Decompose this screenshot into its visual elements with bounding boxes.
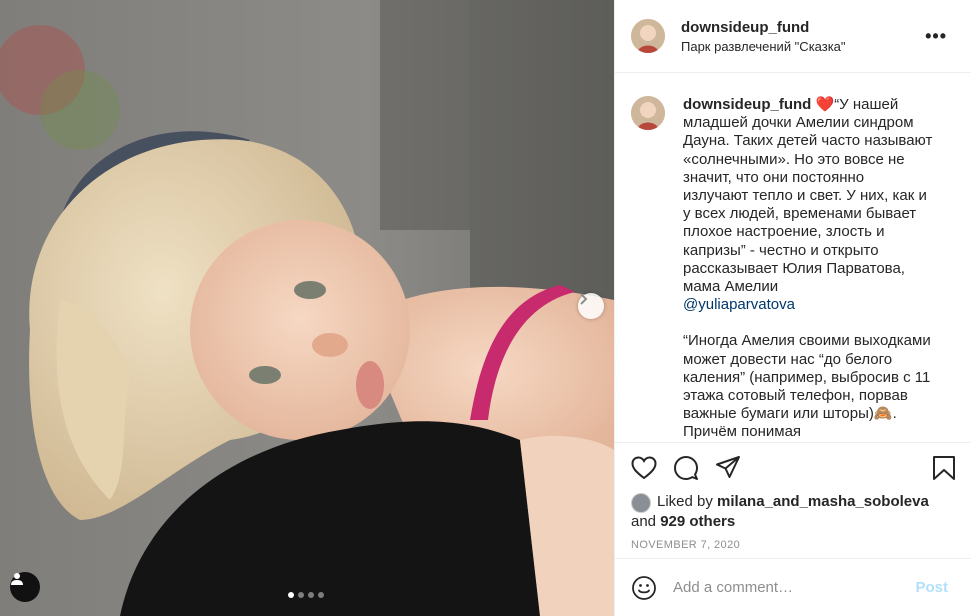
caption-body: “У нашей младшей дочки Амелии синдром Да…	[683, 96, 933, 296]
carousel-dot	[298, 592, 304, 598]
tagged-users-button[interactable]	[10, 572, 40, 602]
caption-body-continued: “Иногда Амелия своими выходками может до…	[683, 332, 931, 441]
bookmark-icon	[933, 456, 955, 480]
liker-username[interactable]: milana_and_masha_soboleva	[717, 493, 929, 510]
avatar-image	[631, 96, 665, 130]
user-icon	[11, 573, 23, 585]
avatar[interactable]	[631, 19, 665, 53]
caption: downsideup_fund ❤️“У нашей младшей дочки…	[631, 96, 956, 442]
heart-emoji: ❤️	[815, 96, 835, 113]
carousel-dot	[308, 592, 314, 598]
heart-icon	[631, 456, 657, 480]
emoji-button[interactable]	[631, 575, 657, 601]
like-button[interactable]	[631, 456, 657, 480]
post-comment-button[interactable]: Post	[915, 579, 948, 596]
post-actions: Liked by milana_and_masha_soboleva and 9…	[615, 442, 971, 551]
likes-summary: Liked by milana_and_masha_soboleva	[631, 493, 956, 513]
photo-illustration	[0, 0, 614, 616]
post-date[interactable]: NOVEMBER 7, 2020	[631, 539, 956, 551]
likes-others-row: and 929 others	[631, 513, 956, 531]
post-side-panel: downsideup_fund Парк развлечений "Сказка…	[614, 0, 971, 616]
caption-text: downsideup_fund ❤️“У нашей младшей дочки…	[683, 96, 933, 442]
comment-composer: Post	[615, 558, 971, 616]
avatar[interactable]	[631, 96, 665, 130]
chevron-right-icon	[580, 293, 588, 305]
more-options-icon[interactable]: •••	[925, 26, 947, 47]
liked-by-prefix: Liked by	[657, 493, 713, 510]
post-photo[interactable]	[0, 0, 614, 616]
share-button[interactable]	[715, 455, 741, 481]
post-author-username[interactable]: downsideup_fund	[681, 19, 846, 36]
smiley-icon	[632, 575, 656, 600]
caption-scroll-area[interactable]: downsideup_fund ❤️“У нашей младшей дочки…	[615, 74, 971, 442]
post-header: downsideup_fund Парк развлечений "Сказка…	[615, 0, 971, 73]
liker-avatar[interactable]	[631, 493, 651, 513]
likes-others-link[interactable]: 929 others	[660, 513, 735, 531]
caption-mention-link[interactable]: @yuliaparvatova	[683, 296, 795, 313]
action-icons	[631, 443, 956, 493]
save-button[interactable]	[932, 455, 956, 481]
next-image-button[interactable]	[578, 293, 604, 319]
caption-author-username[interactable]: downsideup_fund	[683, 96, 811, 113]
likes-and: and	[631, 513, 657, 530]
comment-input[interactable]	[673, 579, 916, 596]
avatar-image	[631, 19, 665, 53]
comment-icon	[674, 456, 698, 480]
carousel-dot	[288, 592, 294, 598]
carousel-dot	[318, 592, 324, 598]
post-location[interactable]: Парк развлечений "Сказка"	[681, 39, 846, 54]
send-icon	[716, 456, 740, 478]
carousel-indicator	[288, 592, 324, 598]
comment-button[interactable]	[673, 455, 699, 481]
